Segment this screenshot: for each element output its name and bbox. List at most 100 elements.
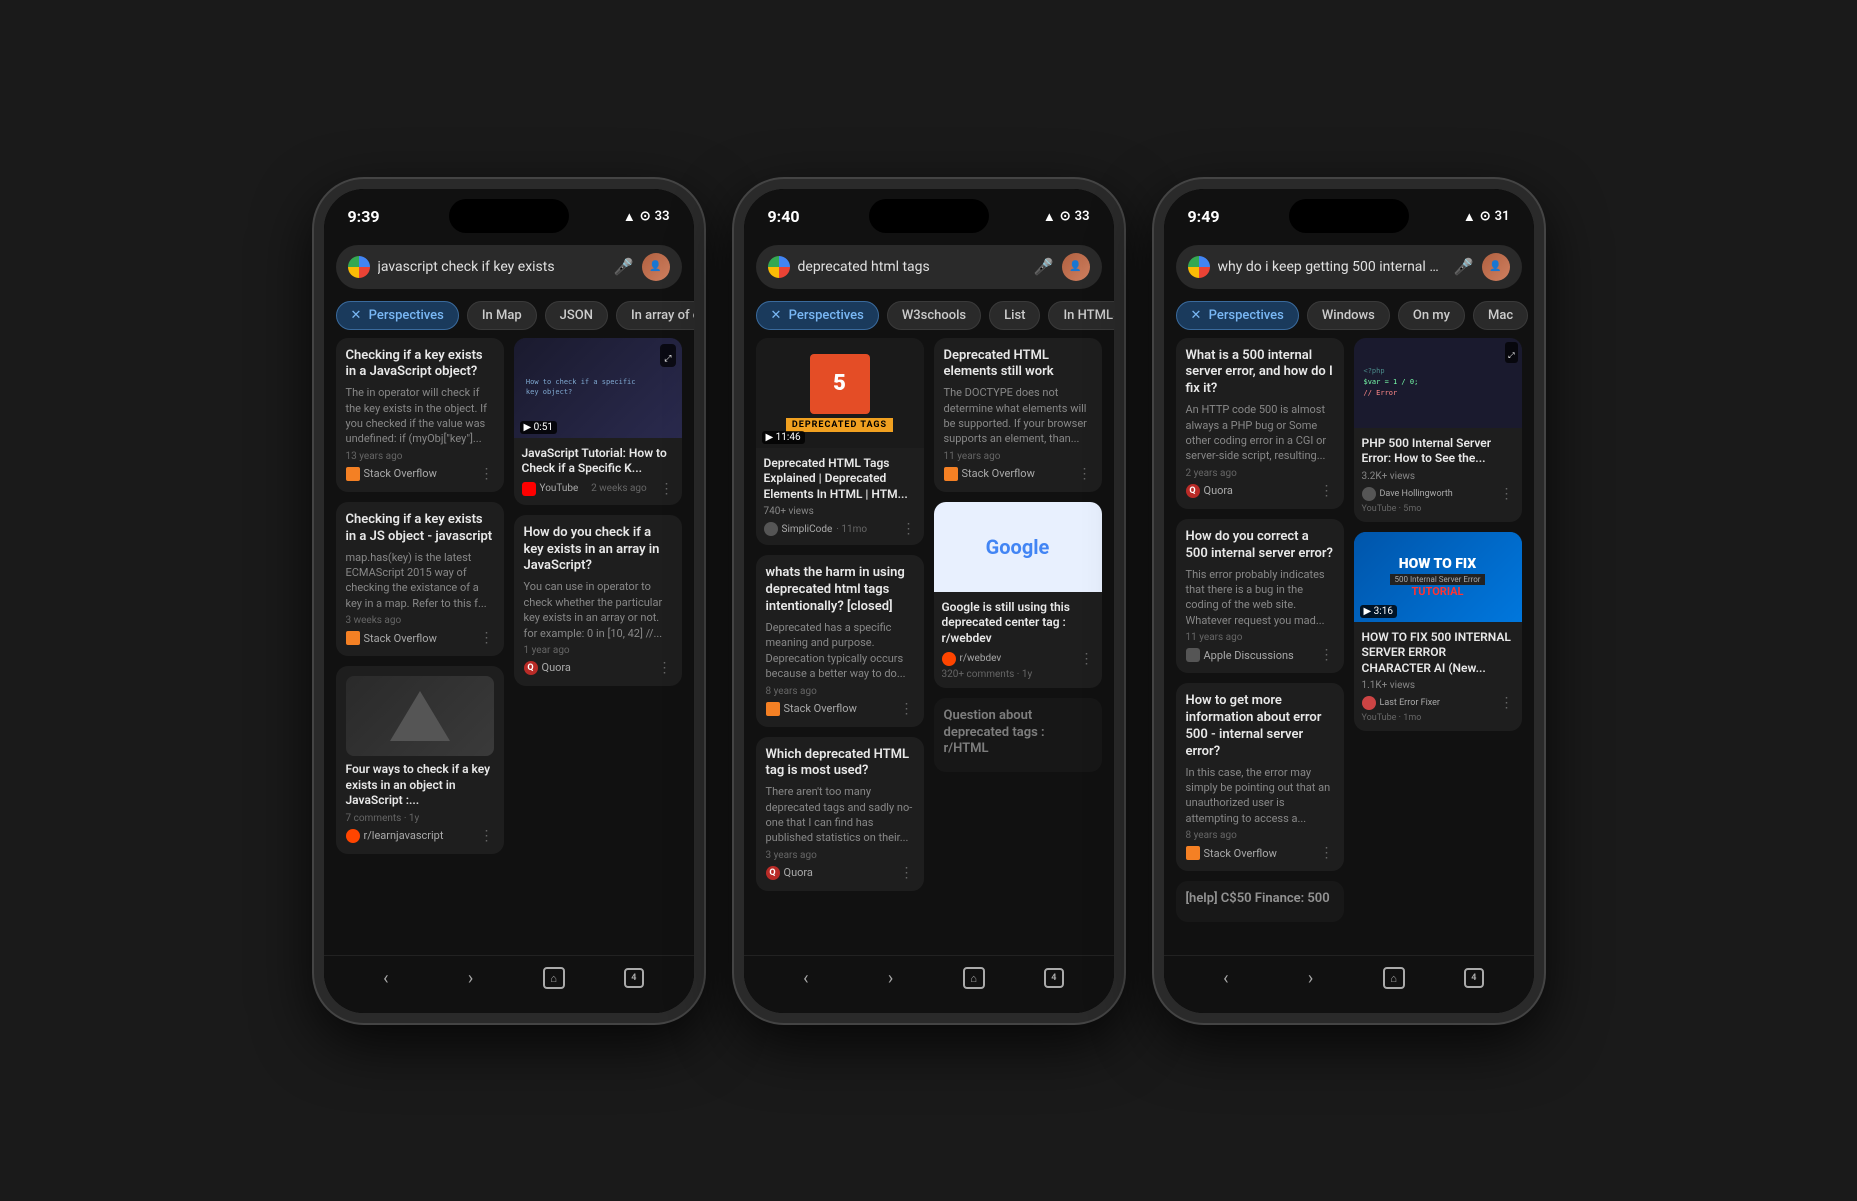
phone2-screenshot-menu[interactable]: ⋮	[1080, 651, 1094, 667]
phone2-chip-w3[interactable]: W3schools	[887, 301, 981, 330]
phone2-video-card[interactable]: 5 DEPRECATED TAGS ▶ 11:46 Deprecated HTM…	[756, 338, 924, 546]
phone2-avatar[interactable]: 👤	[1062, 253, 1090, 281]
phone1-result-3-menu[interactable]: ⋮	[480, 828, 494, 844]
phone3-result-2-source-name: Apple Discussions	[1204, 649, 1294, 662]
phone1-result-2-menu[interactable]: ⋮	[480, 630, 494, 646]
phone3-result-1-menu[interactable]: ⋮	[1320, 483, 1334, 499]
phone3-partial[interactable]: [help] C$50 Finance: 500	[1176, 881, 1344, 922]
phone2-status-icons: ▲ ⊙ 33	[1043, 209, 1090, 225]
phone3-chip-windows[interactable]: Windows	[1307, 301, 1390, 330]
phone1-mic-icon[interactable]: 🎤	[614, 257, 634, 276]
phone1-wifi: ⊙	[640, 209, 651, 224]
phone3-wifi: ⊙	[1480, 209, 1491, 224]
phone2-tabs-btn[interactable]: 4	[1044, 968, 1064, 988]
phone3-howtofix-info: HOW TO FIX 500 INTERNAL SERVER ERROR CHA…	[1354, 622, 1522, 732]
phone1-result-2-source-name: Stack Overflow	[364, 632, 437, 645]
phone1-result-3-source: r/learnjavascript ⋮	[346, 828, 494, 844]
phone2-screenshot-reddit-icon	[942, 652, 956, 666]
phone2-content: 5 DEPRECATED TAGS ▶ 11:46 Deprecated HTM…	[744, 338, 1114, 955]
phone1-result-1[interactable]: Checking if a key exists in a JavaScript…	[336, 338, 504, 492]
phone1-video-card[interactable]: ⤢ How to check if a specific key object?…	[514, 338, 682, 505]
phone2-screenshot-card[interactable]: Google Google is still using this deprec…	[934, 502, 1102, 688]
phone2-result-3[interactable]: whats the harm in using deprecated html …	[756, 555, 924, 726]
phone3-result-2-meta: 11 years ago	[1186, 632, 1334, 643]
phone1-chip-inmap[interactable]: In Map	[467, 301, 537, 330]
phone1-chip-inarray[interactable]: In array of objects	[616, 301, 694, 330]
phone3-result-3[interactable]: How to get more information about error …	[1176, 683, 1344, 871]
phone3-result-2-menu[interactable]: ⋮	[1320, 647, 1334, 663]
phone2-home-btn[interactable]: ⌂	[963, 967, 985, 989]
phone3-result-2-apple-icon	[1186, 648, 1200, 662]
phone1-home-btn[interactable]: ⌂	[543, 967, 565, 989]
phone1-home-icon: ⌂	[550, 972, 557, 985]
phone2-right-result-1-snippet: The DOCTYPE does not determine what elem…	[944, 385, 1092, 447]
phone2-result-4-menu[interactable]: ⋮	[900, 865, 914, 881]
phone1-status-icons: ▲ ⊙ 33	[623, 209, 670, 225]
phone3-error-thumb[interactable]: <?php $var = 1 / 0; // Error ⤢	[1354, 338, 1522, 522]
phone1-back-btn[interactable]: ‹	[373, 964, 398, 993]
phone2-google-mini: Google	[986, 535, 1050, 559]
phone3-chip-x: ✕	[1191, 308, 1202, 323]
phone2-home-icon: ⌂	[970, 972, 977, 985]
phone3-search-bar[interactable]: why do i keep getting 500 internal serve…	[1176, 245, 1522, 289]
phone3-result-1-quora-icon: Q	[1186, 484, 1200, 498]
phone2-forward-btn[interactable]: ›	[878, 964, 903, 993]
phone3-home-btn[interactable]: ⌂	[1383, 967, 1405, 989]
phone3-result-3-menu[interactable]: ⋮	[1320, 845, 1334, 861]
phone2-two-col: 5 DEPRECATED TAGS ▶ 11:46 Deprecated HTM…	[756, 338, 1102, 891]
phone2-back-btn[interactable]: ‹	[793, 964, 818, 993]
phone1-search-bar[interactable]: javascript check if key exists 🎤 👤	[336, 245, 682, 289]
phone3-chip-onmy[interactable]: On my	[1398, 301, 1465, 330]
phone3-video2-menu[interactable]: ⋮	[1500, 695, 1514, 711]
phone2-mic-icon[interactable]: 🎤	[1034, 257, 1054, 276]
phone2-chip-html5-label: In HTML5	[1063, 308, 1113, 323]
phone3-forward-btn[interactable]: ›	[1298, 964, 1323, 993]
phone2-video-thumb: 5 DEPRECATED TAGS ▶ 11:46	[756, 338, 924, 448]
phone2-right-result-1-menu[interactable]: ⋮	[1078, 466, 1092, 482]
phone1-triangle	[390, 691, 450, 741]
phone2-deprecated-banner: DEPRECATED TAGS	[786, 418, 893, 432]
phone1-result-1-meta: 13 years ago	[346, 451, 494, 462]
phone1-result-1-source-name: Stack Overflow	[364, 467, 437, 480]
phone3-chip-mac[interactable]: Mac	[1473, 301, 1528, 330]
phone3-result-1-snippet: An HTTP code 500 is almost always a PHP …	[1186, 402, 1334, 464]
phone2-chip-html5[interactable]: In HTML5	[1048, 301, 1113, 330]
phone3-google-logo	[1188, 256, 1210, 278]
phone2-time: 9:40	[768, 207, 800, 226]
phone3-mic-icon[interactable]: 🎤	[1454, 257, 1474, 276]
phone2-right-result-1[interactable]: Deprecated HTML elements still work The …	[934, 338, 1102, 492]
phone3-result-2[interactable]: How do you correct a 500 internal server…	[1176, 519, 1344, 673]
phone3-tabs-btn[interactable]: 4	[1464, 968, 1484, 988]
phone3-howtofix-card[interactable]: HOW TO FIX 500 Internal Server Error TUT…	[1354, 532, 1522, 732]
phone2-chip-list[interactable]: List	[989, 301, 1040, 330]
phone1-result-1-menu[interactable]: ⋮	[480, 466, 494, 482]
phone3-chip-perspectives[interactable]: ✕ Perspectives	[1176, 301, 1299, 330]
phone2-result-3-menu[interactable]: ⋮	[900, 701, 914, 717]
phone1-video-menu[interactable]: ⋮	[659, 481, 673, 497]
phone3-avatar[interactable]: 👤	[1482, 253, 1510, 281]
phone2-partial-card[interactable]: Question about deprecated tags : r/HTML	[934, 698, 1102, 773]
phone2-battery: 33	[1075, 209, 1090, 224]
phone1-result-2[interactable]: Checking if a key exists in a JS object …	[336, 502, 504, 656]
phone1-notch	[449, 199, 569, 233]
phone3-howtofix-red: TUTORIAL	[1390, 585, 1484, 598]
phone2-google-logo	[768, 256, 790, 278]
phone1-avatar[interactable]: 👤	[642, 253, 670, 281]
phone1-result-3[interactable]: Four ways to check if a key exists in an…	[336, 666, 504, 854]
phone1-chip-json[interactable]: JSON	[545, 301, 608, 330]
phone1-right-result-source: Q Quora ⋮	[524, 660, 672, 676]
phone2-search-bar[interactable]: deprecated html tags 🎤 👤	[756, 245, 1102, 289]
phone3-result-1[interactable]: What is a 500 internal server error, and…	[1176, 338, 1344, 509]
phone1-tabs-btn[interactable]: 4	[624, 968, 644, 988]
phone3-back-btn[interactable]: ‹	[1213, 964, 1238, 993]
phone2-result-4[interactable]: Which deprecated HTML tag is most used? …	[756, 737, 924, 891]
phone1-right-result[interactable]: How do you check if a key exists in an a…	[514, 515, 682, 686]
phone1-chip-perspectives[interactable]: ✕ Perspectives	[336, 301, 459, 330]
phone3-video1-menu[interactable]: ⋮	[1500, 486, 1514, 502]
phone2-video-menu[interactable]: ⋮	[902, 521, 916, 537]
phone2-chip-perspectives[interactable]: ✕ Perspectives	[756, 301, 879, 330]
phone3-filter-chips: ✕ Perspectives Windows On my Mac	[1164, 297, 1534, 338]
phone2-screenshot-thumb: Google	[934, 502, 1102, 592]
phone1-right-result-menu[interactable]: ⋮	[658, 660, 672, 676]
phone1-forward-btn[interactable]: ›	[458, 964, 483, 993]
